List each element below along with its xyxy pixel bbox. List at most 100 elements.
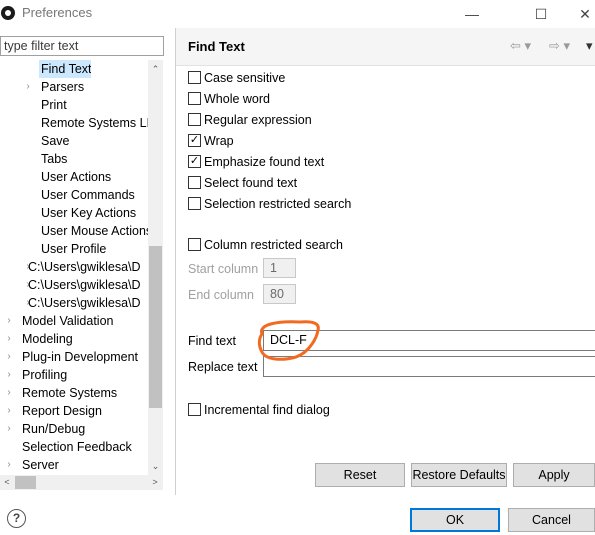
tree-item-label: Tabs [41, 152, 68, 166]
tree-item-label: Server [22, 458, 59, 472]
checkbox-box[interactable] [188, 71, 201, 84]
tree-item-label: Print [41, 98, 67, 112]
expand-chevron-icon[interactable]: › [4, 456, 14, 474]
checkbox-box[interactable] [188, 238, 201, 251]
tree-item[interactable]: › Report Design [0, 402, 148, 420]
tree-item[interactable]: › Run/Debug [0, 420, 148, 438]
tree-item-label: Find Text [41, 62, 91, 76]
expand-chevron-icon[interactable]: › [4, 366, 14, 384]
window-title: Preferences [22, 5, 93, 20]
find-text-input[interactable]: DCL-F [263, 330, 595, 351]
tree-item-label: Plug-in Development [22, 350, 139, 364]
scroll-thumb-horizontal[interactable] [15, 476, 36, 489]
scroll-left-icon[interactable]: < [0, 475, 14, 490]
find-text-label: Find text [188, 334, 236, 348]
replace-text-label: Replace text [188, 360, 258, 374]
checkbox-box[interactable] [188, 403, 201, 416]
tree-item-label: Profiling [22, 368, 68, 382]
tree-item[interactable]: User Commands [0, 186, 148, 204]
page-title: Find Text [188, 39, 245, 54]
tree-item[interactable]: › Profiling [0, 366, 148, 384]
option-label: Whole word [204, 92, 270, 106]
tree-item[interactable]: Remote Systems LPEX [0, 114, 148, 132]
tree-item[interactable]: User Actions [0, 168, 148, 186]
page-header: Find Text ⇦ ▾ ⇨ ▾ ▾ [176, 28, 595, 66]
tree-item[interactable]: Save [0, 132, 148, 150]
checkbox-box[interactable] [188, 197, 201, 210]
tree-item-label: Model Validation [22, 314, 114, 328]
tree-item-label: C:\Users\gwiklesa\D [28, 278, 141, 292]
tree-item[interactable]: Tabs [0, 150, 148, 168]
checkbox-box[interactable] [188, 92, 201, 105]
forward-arrow-icon[interactable]: ⇨ ▾ [549, 38, 570, 54]
tree-item-label: User Actions [41, 170, 112, 184]
tree-item[interactable]: › Remote Systems [0, 384, 148, 402]
tree-item-label: C:\Users\gwiklesa\D [28, 260, 141, 274]
tree-vertical-scrollbar[interactable]: ⌃ ⌄ [148, 60, 163, 475]
scroll-down-icon[interactable]: ⌄ [148, 459, 163, 473]
tree-item-label: Modeling [22, 332, 73, 346]
checkbox-box[interactable] [188, 176, 201, 189]
expand-chevron-icon[interactable]: › [4, 420, 14, 438]
expand-chevron-icon[interactable]: › [4, 312, 14, 330]
tree-item[interactable]: › Parsers [0, 78, 148, 96]
tree-item-label: Parsers [41, 80, 85, 94]
tree-item-label: Report Design [22, 404, 102, 418]
expand-chevron-icon[interactable]: › [4, 384, 14, 402]
tree-item-label: Save [41, 134, 70, 148]
tree-item[interactable]: › Modeling [0, 330, 148, 348]
tree-item[interactable]: Find Text [39, 60, 91, 78]
close-button[interactable]: ✕ [575, 4, 595, 24]
cancel-button[interactable]: Cancel [508, 508, 595, 532]
ok-button[interactable]: OK [410, 508, 500, 532]
tree-item-label: User Mouse Actions [41, 224, 148, 238]
checkmark-icon[interactable]: ✓ [188, 155, 201, 168]
replace-text-input[interactable] [263, 356, 595, 377]
tree-item-label: User Profile [41, 242, 107, 256]
expand-chevron-icon[interactable]: › [4, 402, 14, 420]
panel-divider[interactable] [175, 28, 176, 495]
tree-item[interactable]: Print [0, 96, 148, 114]
tree-item[interactable]: User Mouse Actions [0, 222, 148, 240]
checkbox-box[interactable] [188, 113, 201, 126]
tree-item[interactable]: User Profile [0, 240, 148, 258]
view-menu-icon[interactable]: ▾ [586, 38, 593, 54]
option-label: Select found text [204, 176, 298, 190]
checkmark-icon[interactable]: ✓ [188, 134, 201, 147]
option-label: Wrap [204, 134, 234, 148]
column-restricted-label: Column restricted search [204, 238, 343, 252]
tree-item[interactable]: › C:\Users\gwiklesa\D [0, 258, 148, 276]
scroll-thumb[interactable] [149, 246, 162, 408]
back-arrow-icon[interactable]: ⇦ ▾ [510, 38, 531, 54]
minimize-button[interactable]: — [462, 4, 482, 24]
reset-button[interactable]: Reset [315, 463, 405, 487]
tree-item[interactable]: › Model Validation [0, 312, 148, 330]
tree-item-label: Run/Debug [22, 422, 86, 436]
start-column-field: 1 [263, 258, 296, 278]
restore-defaults-button[interactable]: Restore Defaults [411, 463, 507, 487]
expand-chevron-icon[interactable]: › [4, 330, 14, 348]
filter-input[interactable] [0, 36, 164, 56]
option-label: Case sensitive [204, 71, 286, 85]
tree-item-label: Remote Systems [22, 386, 118, 400]
option-label: Emphasize found text [204, 155, 325, 169]
tree-item-label: User Commands [41, 188, 135, 202]
tree-item[interactable]: › C:\Users\gwiklesa\D [0, 294, 148, 312]
scroll-up-icon[interactable]: ⌃ [148, 62, 163, 76]
tree-item[interactable]: › Server [0, 456, 148, 474]
incremental-find-label: Incremental find dialog [204, 403, 330, 417]
option-label: Regular expression [204, 113, 312, 127]
eclipse-app-icon [1, 6, 15, 20]
tree-item[interactable]: › Plug-in Development [0, 348, 148, 366]
maximize-button[interactable]: ☐ [531, 4, 551, 24]
expand-chevron-icon[interactable]: › [4, 348, 14, 366]
help-icon[interactable]: ? [7, 509, 26, 528]
tree-item-label: C:\Users\gwiklesa\D [28, 296, 141, 310]
apply-button[interactable]: Apply [513, 463, 595, 487]
tree-item[interactable]: Selection Feedback [0, 438, 148, 456]
tree-item[interactable]: User Key Actions [0, 204, 148, 222]
expand-chevron-icon[interactable]: › [23, 78, 33, 96]
tree-horizontal-scrollbar[interactable]: < > [0, 475, 163, 490]
scroll-right-icon[interactable]: > [148, 475, 162, 490]
tree-item[interactable]: › C:\Users\gwiklesa\D [0, 276, 148, 294]
